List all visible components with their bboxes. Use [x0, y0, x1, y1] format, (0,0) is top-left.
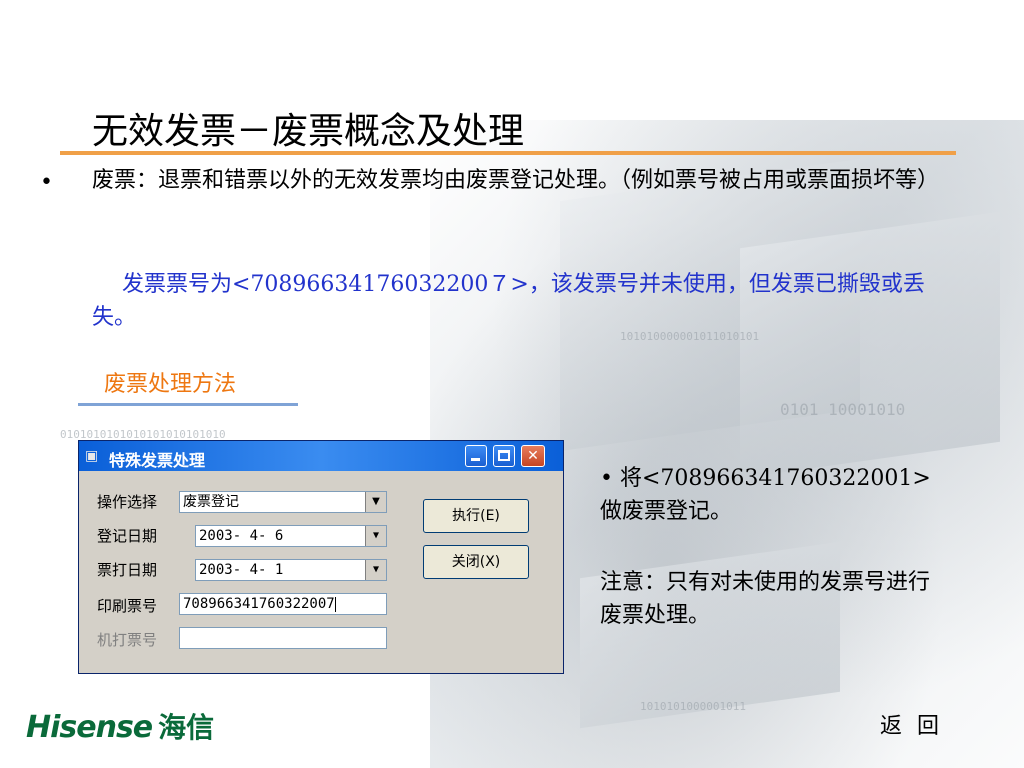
chevron-down-icon[interactable]: ▼: [365, 492, 386, 512]
bullet-marker: •: [40, 170, 53, 195]
special-invoice-dialog: ▣ 特殊发票处理 ✕ 操作选择 废票登记 ▼ 登记日期 2003- 4- 6 ▼…: [78, 440, 564, 674]
method-underline: [78, 403, 298, 406]
text-caret: [334, 596, 336, 612]
background-binary-text: 0101 10001010: [780, 400, 906, 419]
maximize-button[interactable]: [493, 445, 515, 467]
side-note-register: • 将<708966341760322001>做废票登记。: [600, 466, 931, 524]
register-date-value: 2003- 4- 6: [199, 528, 284, 544]
operation-label: 操作选择: [97, 493, 158, 511]
close-icon: ✕: [527, 448, 539, 464]
minimize-icon: [471, 458, 480, 461]
background-binary-text: 1010101000001011: [640, 700, 746, 713]
maximize-icon: [498, 450, 510, 461]
register-date-picker[interactable]: 2003- 4- 6 ▼: [195, 525, 387, 547]
execute-button[interactable]: 执行(E): [423, 499, 529, 533]
close-button[interactable]: ✕: [521, 445, 545, 467]
minimize-button[interactable]: [465, 445, 487, 467]
printed-no-label: 印刷票号: [97, 597, 158, 615]
machine-no-label: 机打票号: [97, 631, 158, 649]
operation-select[interactable]: 废票登记 ▼: [179, 491, 387, 513]
title-underline: [60, 151, 956, 155]
example-paragraph: 发票票号为<70896634176032200７>，该发票号并未使用，但发票已撕…: [92, 272, 925, 330]
chevron-down-icon[interactable]: ▼: [365, 526, 386, 546]
slide-title: 无效发票－废票概念及处理: [92, 111, 525, 152]
side-note-caution: 注意：只有对未使用的发票号进行废票处理。: [600, 570, 931, 628]
machine-no-input[interactable]: [179, 627, 387, 649]
dialog-titlebar[interactable]: ▣ 特殊发票处理 ✕: [79, 441, 563, 471]
hisense-logo: Hisense 海信: [26, 706, 214, 746]
printed-no-input[interactable]: 708966341760322007: [179, 593, 387, 615]
definition-paragraph: 废票：退票和错票以外的无效发票均由废票登记处理。（例如票号被占用或票面损坏等）: [92, 168, 940, 193]
print-date-value: 2003- 4- 1: [199, 562, 284, 578]
print-date-picker[interactable]: 2003- 4- 1 ▼: [195, 559, 387, 581]
register-date-label: 登记日期: [97, 527, 158, 545]
back-link[interactable]: 返 回: [880, 708, 943, 740]
close-dialog-button[interactable]: 关闭(X): [423, 545, 529, 579]
logo-english: Hisense: [26, 710, 153, 745]
chevron-down-icon[interactable]: ▼: [365, 560, 386, 580]
method-heading: 废票处理方法: [104, 372, 237, 397]
logo-chinese: 海信: [158, 711, 215, 744]
background-panel: [740, 211, 1000, 479]
printed-no-value: 708966341760322007: [183, 596, 335, 612]
printer-icon: ▣: [85, 448, 99, 464]
print-date-label: 票打日期: [97, 561, 158, 579]
dialog-title: 特殊发票处理: [109, 451, 206, 470]
operation-value: 废票登记: [183, 494, 239, 510]
